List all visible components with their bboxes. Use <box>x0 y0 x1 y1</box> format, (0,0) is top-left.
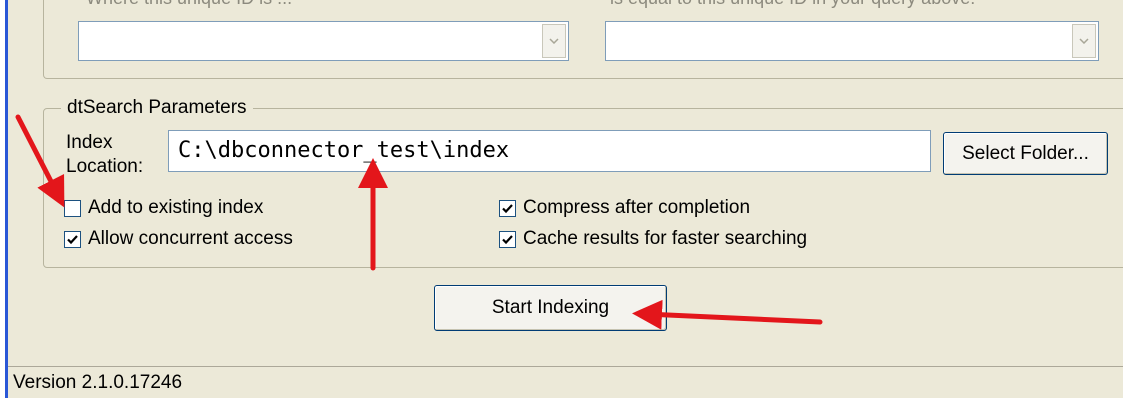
allow-concurrent-access-checkbox[interactable]: Allow concurrent access <box>64 228 293 250</box>
status-bar: Version 2.1.0.17246 <box>8 366 1123 398</box>
cache-results-label: Cache results for faster searching <box>523 228 808 249</box>
dbconnector-window: Where this unique ID is ... is equal to … <box>5 0 1123 398</box>
dtsearch-parameters-legend: dtSearch Parameters <box>61 97 253 119</box>
dropdown-arrow-icon[interactable] <box>1072 24 1096 58</box>
checkmark-icon[interactable] <box>64 230 81 248</box>
checkmark-icon[interactable] <box>499 230 516 248</box>
cache-results-checkbox[interactable]: Cache results for faster searching <box>499 228 807 250</box>
version-text: Version 2.1.0.17246 <box>13 372 183 393</box>
checkmark-icon[interactable] <box>499 199 516 217</box>
index-label-line1: Index <box>66 132 113 153</box>
index-label-line2: Location: <box>66 156 144 177</box>
where-unique-id-label: Where this unique ID is ... <box>86 0 506 8</box>
checkbox-unchecked-icon[interactable] <box>64 199 81 217</box>
equal-unique-id-combo[interactable] <box>605 21 1099 61</box>
where-unique-id-combo[interactable] <box>78 21 569 61</box>
add-existing-index-label: Add to existing index <box>88 197 264 218</box>
index-location-input[interactable]: C:\dbconnector_test\index <box>168 130 931 172</box>
select-folder-button[interactable]: Select Folder... <box>943 132 1108 175</box>
equal-unique-id-label: is equal to this unique ID in your query… <box>610 0 1080 8</box>
compress-after-completion-label: Compress after completion <box>523 197 751 218</box>
allow-concurrent-access-label: Allow concurrent access <box>88 228 293 249</box>
compress-after-completion-checkbox[interactable]: Compress after completion <box>499 197 750 219</box>
add-existing-index-checkbox[interactable]: Add to existing index <box>64 197 263 219</box>
start-indexing-button[interactable]: Start Indexing <box>434 285 667 331</box>
dropdown-arrow-icon[interactable] <box>542 24 566 58</box>
